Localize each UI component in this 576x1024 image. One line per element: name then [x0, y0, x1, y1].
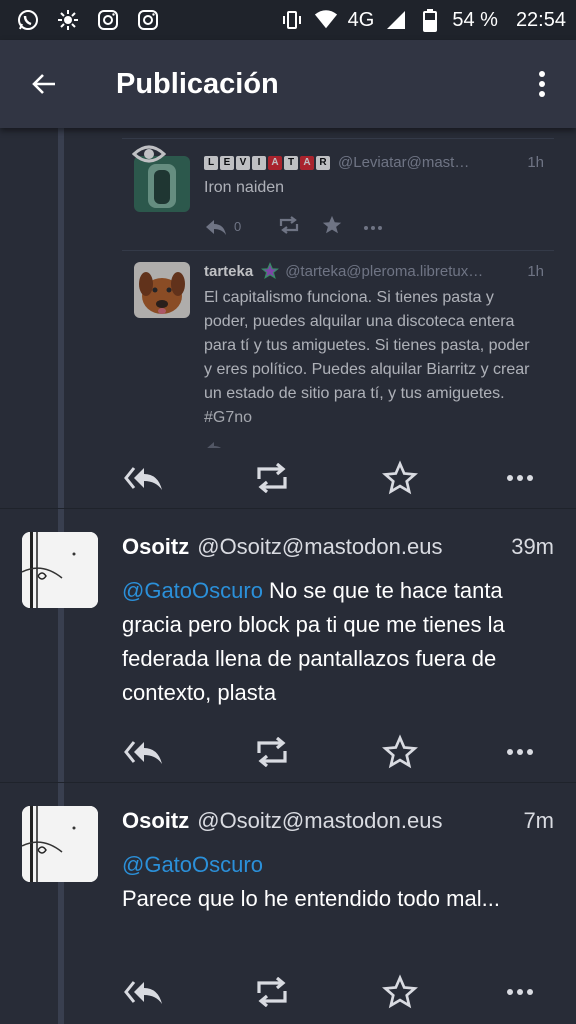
- reply-button[interactable]: [204, 440, 228, 448]
- star-outline-icon: [382, 460, 418, 495]
- name-letter-tile: V: [236, 155, 250, 170]
- nested-post-text: El capitalismo funciona. Si tienes pasta…: [204, 289, 530, 402]
- account-handle[interactable]: @Osoitz@mastodon.eus: [197, 534, 511, 560]
- boost-button[interactable]: [277, 216, 301, 237]
- post-action-bar: [122, 970, 562, 1014]
- reply-icon: [207, 442, 221, 448]
- instagram-icon: [96, 8, 120, 32]
- clock: 22:54: [515, 8, 566, 31]
- boost-icon: [280, 216, 299, 234]
- boost-button[interactable]: [250, 456, 294, 500]
- nested-post-content: El capitalismo funciona. Si tienes pasta…: [204, 286, 534, 430]
- nested-timestamp: 1h: [527, 154, 544, 171]
- rainbow-star-icon: [261, 262, 280, 279]
- nested-handle[interactable]: @tarteka@pleroma.libretux…: [285, 263, 519, 280]
- name-letter-tile: A: [268, 155, 282, 170]
- favourite-button[interactable]: [378, 456, 422, 500]
- name-letter-tile: L: [204, 155, 218, 170]
- battery-percent: 54 %: [452, 8, 498, 31]
- more-button[interactable]: [498, 970, 542, 1014]
- boost-button[interactable]: [250, 970, 294, 1014]
- nested-display-name[interactable]: tarteka: [204, 263, 253, 280]
- nested-divider: [122, 250, 554, 251]
- nested-replies: LEVIATAR @Leviatar@mast… 1h Iron naiden …: [0, 128, 576, 448]
- star-outline-icon: [382, 974, 418, 1009]
- nested-timestamp: 1h: [527, 262, 544, 280]
- name-letter-tile: A: [300, 155, 314, 170]
- reply-count: 0: [234, 219, 242, 234]
- reply-all-icon: [124, 467, 162, 490]
- reply-button[interactable]: 0: [204, 218, 241, 236]
- name-letter-tile: I: [252, 155, 266, 170]
- reply-all-button[interactable]: [122, 970, 166, 1014]
- network-type: 4G: [347, 8, 375, 31]
- post-action-bar: [122, 730, 562, 774]
- boost-icon: [257, 977, 287, 1007]
- boost-icon: [257, 463, 287, 493]
- boost-icon: [257, 737, 287, 767]
- mention-link[interactable]: @GatoOscuro: [122, 578, 263, 603]
- avatar[interactable]: [22, 806, 98, 882]
- display-name[interactable]: Osoitz: [122, 534, 189, 560]
- battery-icon: [418, 8, 442, 32]
- more-horiz-icon: [507, 749, 533, 755]
- wifi-icon: [314, 8, 338, 32]
- more-button[interactable]: [498, 456, 542, 500]
- timestamp: 7m: [523, 808, 554, 833]
- mention-link[interactable]: @GatoOscuro: [122, 848, 562, 882]
- instagram-icon: [136, 8, 160, 32]
- favourite-button[interactable]: [378, 730, 422, 774]
- post-text: Parece que lo he entendido todo mal...: [122, 886, 500, 911]
- vibrate-icon: [280, 8, 304, 32]
- more-horiz-icon: [364, 226, 383, 230]
- post-content: @GatoOscuro Parece que lo he entendido t…: [122, 848, 562, 916]
- favourite-button[interactable]: [321, 214, 343, 239]
- more-horiz-icon: [507, 989, 533, 995]
- reply-all-button[interactable]: [122, 730, 166, 774]
- reply-all-icon: [124, 741, 162, 764]
- signal-icon: [384, 8, 408, 32]
- settings-sun-icon: [56, 8, 80, 32]
- status-bar: 4G 54 % 22:54: [0, 0, 576, 40]
- display-name[interactable]: Osoitz: [122, 808, 189, 834]
- nested-handle[interactable]: @Leviatar@mast…: [338, 154, 519, 171]
- overflow-menu-button[interactable]: [526, 64, 558, 104]
- more-button[interactable]: [363, 219, 383, 234]
- arrow-back-icon: [32, 74, 55, 94]
- reply-all-icon: [124, 981, 162, 1004]
- more-vert-icon: [539, 71, 545, 97]
- avatar[interactable]: [22, 532, 98, 608]
- name-letter-tile: T: [284, 155, 298, 170]
- app-bar: Publicación: [0, 40, 576, 128]
- star-outline-icon: [382, 734, 418, 769]
- reply-all-button[interactable]: [122, 456, 166, 500]
- timestamp: 39m: [511, 534, 554, 559]
- name-letter-tile: R: [316, 155, 330, 170]
- nested-post-content: Iron naiden: [204, 179, 285, 196]
- more-button[interactable]: [498, 730, 542, 774]
- boost-button[interactable]: [250, 730, 294, 774]
- account-handle[interactable]: @Osoitz@mastodon.eus: [197, 808, 523, 834]
- name-letter-tile: E: [220, 155, 234, 170]
- nested-divider: [122, 138, 554, 139]
- back-button[interactable]: [24, 64, 64, 104]
- whatsapp-icon: [16, 8, 40, 32]
- eye-icon: [132, 145, 166, 163]
- more-horiz-icon: [507, 475, 533, 481]
- page-title: Publicación: [116, 67, 279, 100]
- star-icon: [323, 215, 342, 234]
- nested-display-name[interactable]: LEVIATAR: [204, 155, 330, 170]
- reply-icon: [206, 219, 226, 235]
- hashtag-link[interactable]: #G7no: [204, 409, 252, 426]
- post-content: @GatoOscuro No se que te hace tanta grac…: [122, 574, 562, 710]
- post-action-bar: [122, 456, 562, 500]
- avatar[interactable]: [134, 262, 190, 318]
- favourite-button[interactable]: [378, 970, 422, 1014]
